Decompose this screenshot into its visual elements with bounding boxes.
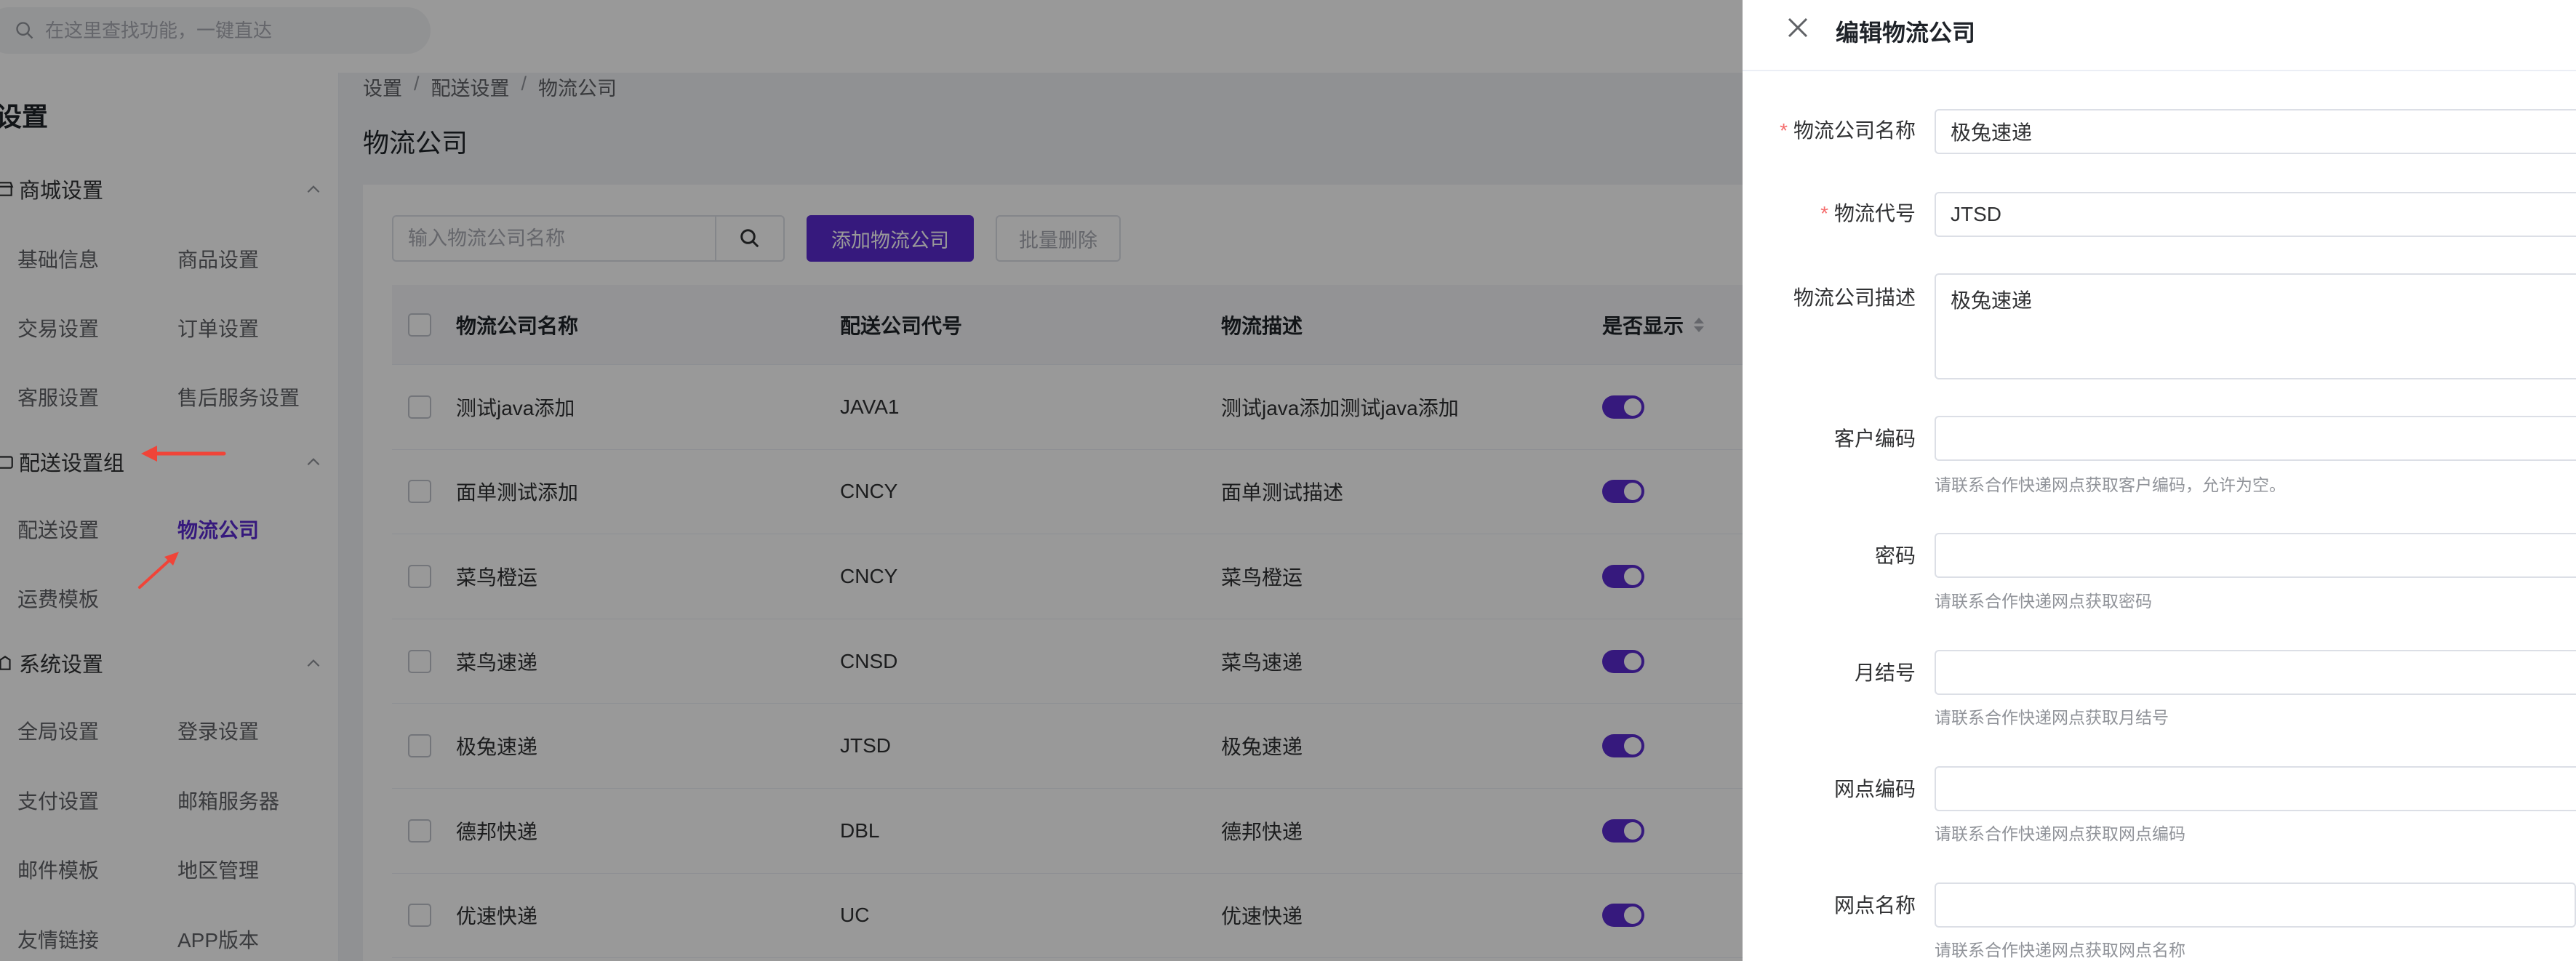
field-label-customer-code: 客户编码	[1833, 427, 1916, 450]
site-code-hint: 请联系合作快递网点获取网点编码	[1935, 824, 2185, 843]
month-code-hint: 请联系合作快递网点获取月结号	[1935, 708, 2169, 727]
field-label-site-code: 网点编码	[1833, 778, 1916, 800]
field-label-code: * 物流代号	[1820, 202, 1916, 225]
annotation-arrow	[138, 552, 179, 589]
month-code-input[interactable]	[1935, 650, 2576, 695]
customer-code-hint: 请联系合作快递网点获取客户编码，允许为空。	[1935, 475, 2286, 494]
edit-drawer: 编辑物流公司 * 物流公司名称 极兔速递 * 物流代号 JTSD 物流公司描述 极兔…	[1743, 0, 2576, 961]
field-label-name: * 物流公司名称	[1780, 119, 1916, 142]
field-label-site-name: 网点名称	[1833, 894, 1916, 917]
close-icon[interactable]	[1785, 15, 1811, 41]
password-input[interactable]	[1935, 533, 2576, 578]
company-code-input[interactable]: JTSD	[1935, 192, 2576, 237]
modal-overlay[interactable]	[0, 0, 1743, 961]
annotation-arrow	[141, 446, 226, 462]
site-name-hint: 请联系合作快递网点获取网点名称	[1935, 941, 2185, 960]
password-hint: 请联系合作快递网点获取密码	[1935, 592, 2152, 611]
field-label-month-code: 月结号	[1854, 662, 1916, 684]
company-desc-textarea[interactable]: 极兔速递	[1935, 273, 2576, 379]
company-name-input[interactable]: 极兔速递	[1935, 109, 2576, 154]
field-label-desc: 物流公司描述	[1793, 286, 1916, 309]
drawer-header: 编辑物流公司	[1743, 0, 2576, 71]
drawer-title: 编辑物流公司	[1836, 20, 1976, 46]
site-code-input[interactable]	[1935, 766, 2576, 811]
customer-code-input[interactable]	[1935, 416, 2576, 461]
site-name-input[interactable]	[1935, 882, 2576, 928]
field-label-password: 密码	[1874, 544, 1916, 567]
